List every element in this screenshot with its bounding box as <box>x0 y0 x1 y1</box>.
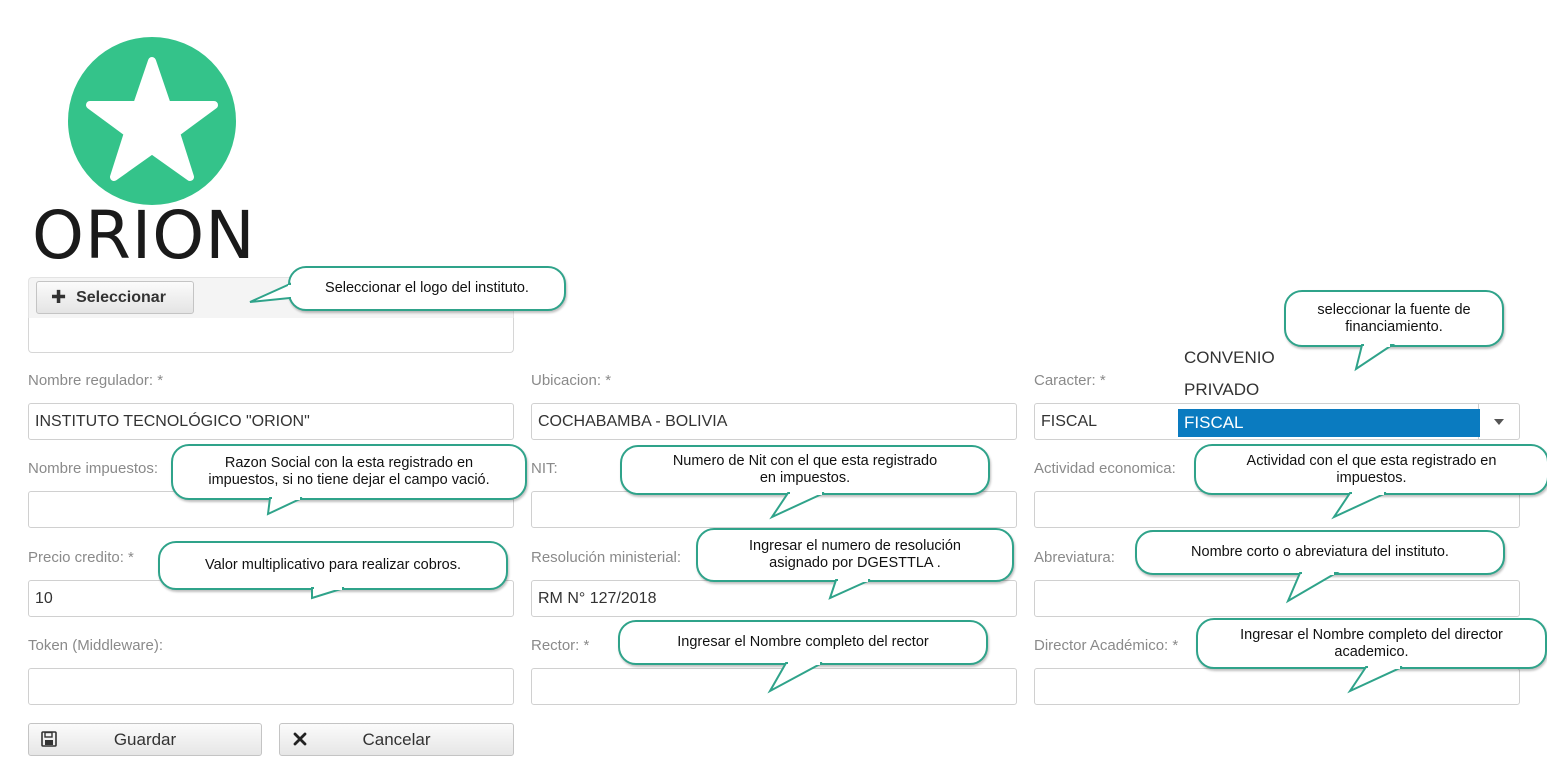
director-label: Director Académico: * <box>1034 637 1179 654</box>
select-trigger[interactable] <box>1478 404 1519 439</box>
token-input[interactable] <box>28 668 514 705</box>
callout-rector-tail <box>767 661 823 694</box>
callout-resolucion-tail <box>828 578 871 600</box>
callout-fuente: seleccionar la fuente de financiamiento. <box>1284 290 1504 347</box>
token-label: Token (Middleware): <box>28 637 164 654</box>
logo-circle <box>68 37 236 205</box>
nombre-impuestos-label: Nombre impuestos: <box>28 460 159 477</box>
select-logo-label: Seleccionar <box>76 288 166 306</box>
callout-razon-social: Razon Social con la esta registrado en i… <box>171 444 527 500</box>
plus-icon: ✚ <box>51 287 67 307</box>
precio-credito-label: Precio credito: * <box>28 549 134 566</box>
ubicacion-label: Ubicacion: * <box>531 372 612 389</box>
save-label: Guardar <box>113 729 177 749</box>
callout-actividad-tail <box>1331 491 1387 520</box>
callout-abreviatura-tail <box>1285 571 1340 604</box>
callout-precio: Valor multiplicativo para realizar cobro… <box>158 541 508 590</box>
nit-label: NIT: <box>531 460 558 477</box>
callout-resolucion: Ingresar el numero de resolución asignad… <box>696 528 1014 582</box>
callout-fuente-tail <box>1354 343 1396 372</box>
callout-logo-tail <box>249 282 292 303</box>
abreviatura-input[interactable] <box>1034 580 1520 617</box>
cancel-label: Cancelar <box>362 729 431 749</box>
option-fiscal[interactable]: FISCAL <box>1178 409 1480 437</box>
callout-logo: Seleccionar el logo del instituto. <box>288 266 566 311</box>
select-logo-button[interactable]: ✚ Seleccionar <box>36 281 194 314</box>
rector-label: Rector: * <box>531 637 590 654</box>
nombre-regulador-label: Nombre regulador: * <box>28 372 164 389</box>
option-convenio[interactable]: CONVENIO <box>1178 345 1484 371</box>
chevron-down-icon <box>1494 418 1504 425</box>
caracter-selected-value: FISCAL <box>1041 412 1098 430</box>
file-upload-content[interactable] <box>28 318 514 353</box>
actividad-input[interactable] <box>1034 491 1520 528</box>
star-icon <box>86 57 218 181</box>
save-button[interactable]: Guardar <box>28 723 262 756</box>
callout-rector: Ingresar el Nombre completo del rector <box>618 620 988 665</box>
actividad-label: Actividad economica: <box>1034 460 1176 477</box>
logo-text: ORION <box>32 197 256 274</box>
callout-nit: Numero de Nit con el que esta registrado… <box>620 445 990 495</box>
ubicacion-input[interactable]: COCHABAMBA - BOLIVIA <box>531 403 1017 440</box>
callout-director-tail <box>1347 665 1403 694</box>
resolucion-input[interactable]: RM N° 127/2018 <box>531 580 1017 617</box>
director-input[interactable] <box>1034 668 1520 705</box>
resolucion-label: Resolución ministerial: <box>531 549 682 566</box>
floppy-disk-icon <box>41 731 57 747</box>
close-icon <box>293 732 307 746</box>
abreviatura-label: Abreviatura: <box>1034 549 1115 566</box>
callout-actividad: Actividad con el que esta registrado en … <box>1194 444 1547 495</box>
callout-precio-tail <box>311 586 345 600</box>
caracter-label: Caracter: * <box>1034 372 1106 389</box>
option-privado[interactable]: PRIVADO <box>1178 377 1484 403</box>
callout-director: Ingresar el Nombre completo del director… <box>1196 618 1547 669</box>
nombre-regulador-input[interactable]: INSTITUTO TECNOLÓGICO "ORION" <box>28 403 514 440</box>
callout-razon-social-tail <box>266 496 303 516</box>
cancel-button[interactable]: Cancelar <box>279 723 514 756</box>
callout-nit-tail <box>769 491 825 520</box>
callout-abreviatura: Nombre corto o abreviatura del instituto… <box>1135 530 1505 575</box>
